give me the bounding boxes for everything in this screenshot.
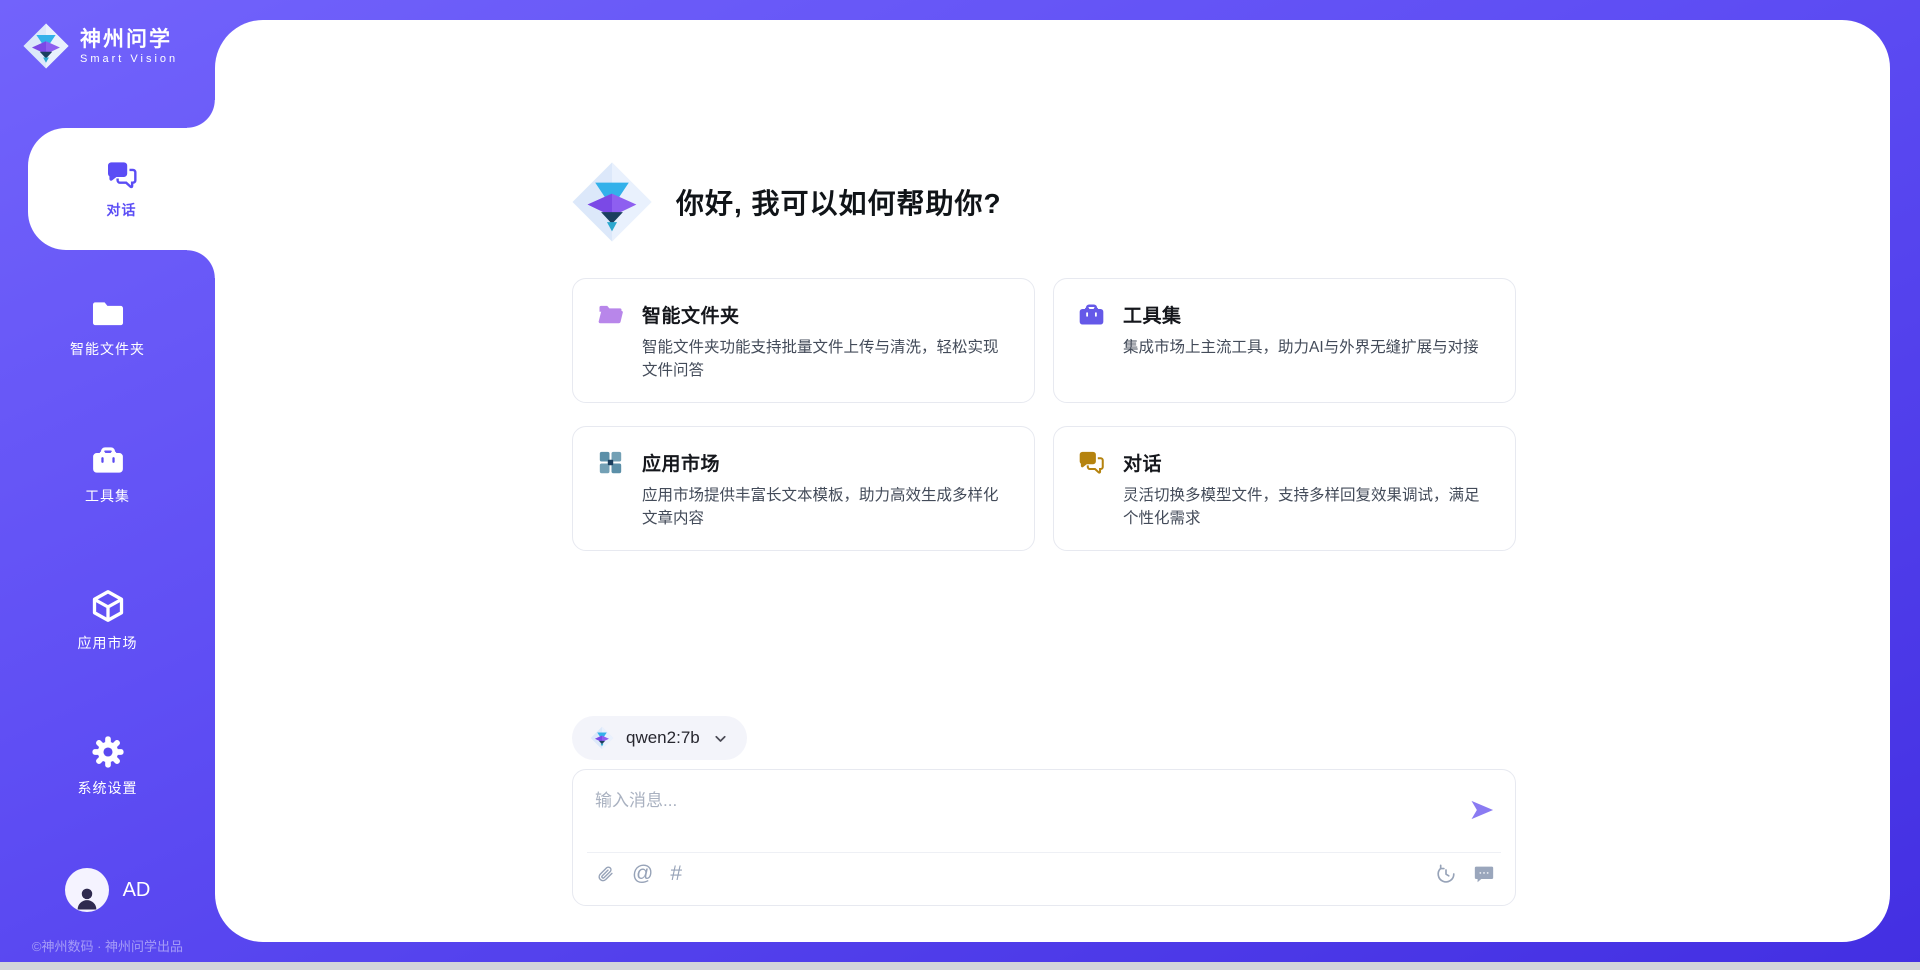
- folder-open-icon: [597, 301, 624, 328]
- assistant-logo-icon: [570, 160, 654, 244]
- feedback-bubble-icon: [1473, 863, 1495, 885]
- composer-toolbar: @ #: [595, 863, 682, 885]
- mention-icon: @: [632, 863, 653, 885]
- feedback-button[interactable]: [1473, 863, 1495, 885]
- sidebar-item-app-market[interactable]: 应用市场: [0, 588, 215, 653]
- message-input[interactable]: [595, 786, 1435, 844]
- toolbox-icon: [1078, 301, 1105, 328]
- folder-icon: [91, 296, 125, 330]
- sidebar-item-chat[interactable]: 对话: [28, 128, 215, 250]
- brand: 神州问学 Smart Vision: [22, 22, 178, 70]
- sidebar-item-toolset[interactable]: 工具集: [0, 443, 215, 506]
- hashtag-button[interactable]: #: [670, 863, 682, 885]
- card-description: 集成市场上主流工具，助力AI与外界无缝扩展与对接: [1123, 336, 1491, 359]
- brand-name: 神州问学: [80, 27, 178, 52]
- card-title: 智能文件夹: [642, 301, 740, 328]
- attachment-icon: [595, 863, 615, 885]
- model-selector[interactable]: qwen2:7b: [572, 716, 747, 760]
- sidebar-footer: ©神州数码 · 神州问学出品: [0, 936, 215, 955]
- chevron-down-icon: [712, 730, 729, 747]
- brand-subtitle: Smart Vision: [80, 53, 178, 65]
- mention-button[interactable]: @: [632, 863, 653, 885]
- card-app-market[interactable]: 应用市场 应用市场提供丰富长文本模板，助力高效生成多样化文章内容: [572, 426, 1035, 551]
- app-window: 神州问学 Smart Vision 对话 智能文件夹 工具集: [0, 0, 1920, 970]
- gear-icon: [91, 735, 125, 769]
- person-icon: [72, 882, 102, 912]
- user-initials: AD: [123, 879, 151, 902]
- user-profile[interactable]: AD: [0, 868, 215, 912]
- card-chat[interactable]: 对话 灵活切换多模型文件，支持多样回复效果调试，满足个性化需求: [1053, 426, 1516, 551]
- attachment-button[interactable]: [595, 863, 615, 885]
- brand-logo-icon: [22, 22, 70, 70]
- sidebar-item-label: 应用市场: [78, 633, 138, 653]
- history-button[interactable]: [1435, 863, 1457, 885]
- avatar: [65, 868, 109, 912]
- card-description: 智能文件夹功能支持批量文件上传与清洗，轻松实现文件问答: [642, 336, 1010, 383]
- app-grid-icon: [597, 449, 624, 476]
- toolbox-icon: [91, 443, 125, 477]
- sidebar-item-label: 智能文件夹: [70, 339, 145, 359]
- feature-cards: 智能文件夹 智能文件夹功能支持批量文件上传与清洗，轻松实现文件问答 工具集 集成…: [572, 278, 1516, 551]
- sidebar-item-label: 对话: [107, 200, 137, 220]
- card-title: 工具集: [1123, 301, 1182, 328]
- card-title: 对话: [1123, 449, 1162, 476]
- page-bottom-strip: [0, 962, 1920, 970]
- card-toolset[interactable]: 工具集 集成市场上主流工具，助力AI与外界无缝扩展与对接: [1053, 278, 1516, 403]
- send-plane-icon: [1468, 796, 1496, 824]
- greeting: 你好, 我可以如何帮助你?: [570, 160, 1002, 244]
- hashtag-icon: #: [670, 863, 682, 885]
- send-button[interactable]: [1467, 796, 1497, 826]
- cube-icon: [90, 588, 126, 624]
- sidebar-item-smart-folder[interactable]: 智能文件夹: [0, 296, 215, 359]
- history-icon: [1435, 863, 1457, 885]
- model-name: qwen2:7b: [626, 728, 700, 748]
- sidebar-item-label: 系统设置: [78, 778, 138, 798]
- gem-diamond-icon: [590, 726, 614, 750]
- composer-right-tools: [1435, 863, 1495, 885]
- greeting-title: 你好, 我可以如何帮助你?: [676, 182, 1002, 222]
- card-title: 应用市场: [642, 449, 720, 476]
- card-description: 灵活切换多模型文件，支持多样回复效果调试，满足个性化需求: [1123, 484, 1491, 531]
- sidebar-item-settings[interactable]: 系统设置: [0, 735, 215, 798]
- message-composer: @ #: [572, 769, 1516, 906]
- card-description: 应用市场提供丰富长文本模板，助力高效生成多样化文章内容: [642, 484, 1010, 531]
- card-smart-folder[interactable]: 智能文件夹 智能文件夹功能支持批量文件上传与清洗，轻松实现文件问答: [572, 278, 1035, 403]
- sidebar-item-label: 工具集: [85, 486, 130, 506]
- chat-bubbles-icon: [1078, 449, 1105, 476]
- composer-divider: [587, 852, 1501, 853]
- chat-bubbles-icon: [106, 159, 138, 191]
